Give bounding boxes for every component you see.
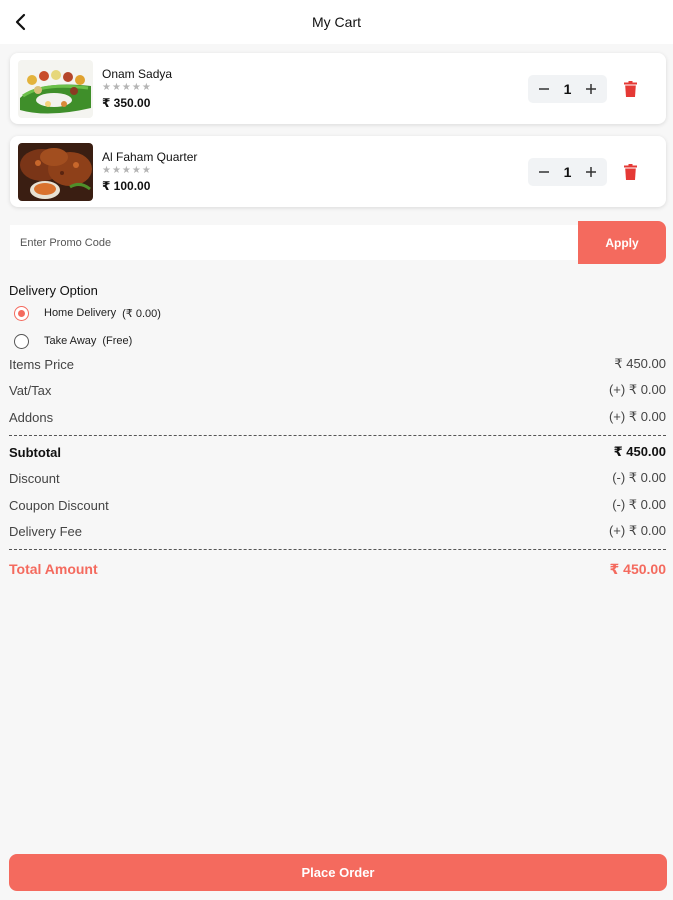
total-amount-label: Total Amount [9, 561, 98, 577]
total-amount-row: Total Amount ₹ 450.00 [9, 559, 666, 579]
discount-row: Discount (-) ₹ 0.00 [9, 469, 666, 487]
discount-value: (-) ₹ 0.00 [612, 470, 666, 485]
promo-code-input[interactable] [10, 225, 580, 260]
addons-label: Addons [9, 409, 54, 425]
item-image [18, 60, 93, 118]
delivery-option-home-delivery[interactable]: Home Delivery (₹ 0.00) [14, 304, 161, 322]
vat-tax-label: Vat/Tax [9, 382, 52, 398]
rating-stars: ★★★★★ [102, 82, 152, 93]
apply-promo-button[interactable]: Apply [578, 221, 666, 264]
place-order-button[interactable]: Place Order [9, 854, 667, 891]
decrease-quantity-button[interactable] [537, 82, 551, 96]
addons-row: Addons (+) ₹ 0.00 [9, 408, 666, 426]
radio-unselected-icon[interactable] [14, 333, 29, 349]
addons-value: (+) ₹ 0.00 [608, 409, 666, 424]
delivery-option-title: Delivery Option [9, 283, 98, 298]
item-price: ₹ 100.00 [102, 179, 151, 193]
trash-icon [623, 164, 637, 180]
back-arrow-icon [15, 13, 26, 31]
total-amount-value: ₹ 450.00 [609, 560, 666, 577]
minus-icon [539, 88, 549, 90]
delivery-option-label: Take Away [44, 335, 97, 347]
item-image [18, 143, 93, 201]
coupon-discount-label: Coupon Discount [9, 497, 109, 513]
cart-item-onam-sadya: Onam Sadya ★★★★★ ₹ 350.00 1 [10, 53, 666, 124]
delivery-fee-row: Delivery Fee (+) ₹ 0.00 [9, 522, 666, 540]
items-price-value: ₹ 450.00 [614, 356, 666, 371]
rating-stars: ★★★★★ [102, 165, 152, 176]
delivery-fee-value: (+) ₹ 0.00 [608, 523, 666, 538]
increase-quantity-button[interactable] [584, 165, 598, 179]
delete-item-button[interactable] [622, 79, 638, 99]
quantity-stepper: 1 [528, 75, 607, 103]
subtotal-value: ₹ 450.00 [613, 444, 666, 459]
cart-page: My Cart Onam Sadya ★★★★★ ₹ 350.00 1 Al F… [0, 0, 673, 900]
cart-item-al-faham-quarter: Al Faham Quarter ★★★★★ ₹ 100.00 1 [10, 136, 666, 207]
item-name: Onam Sadya [102, 67, 173, 81]
delivery-option-label: Home Delivery [44, 307, 117, 319]
back-button[interactable] [8, 8, 34, 36]
quantity-value: 1 [563, 81, 572, 97]
vat-tax-row: Vat/Tax (+) ₹ 0.00 [9, 381, 666, 399]
subtotal-row: Subtotal ₹ 450.00 [9, 443, 666, 461]
delete-item-button[interactable] [622, 162, 638, 182]
items-price-row: Items Price ₹ 450.00 [9, 355, 666, 373]
app-header: My Cart [0, 0, 673, 44]
radio-selected-icon[interactable] [14, 305, 29, 321]
increase-quantity-button[interactable] [584, 82, 598, 96]
coupon-discount-value: (-) ₹ 0.00 [612, 497, 666, 512]
delivery-option-take-away[interactable]: Take Away (Free) [14, 332, 132, 350]
page-title: My Cart [312, 14, 361, 30]
items-price-label: Items Price [9, 356, 75, 372]
quantity-stepper: 1 [528, 158, 607, 186]
item-name: Al Faham Quarter [102, 150, 198, 164]
trash-icon [623, 81, 637, 97]
plus-icon [585, 167, 596, 177]
promo-code-row: Apply [10, 221, 666, 264]
delivery-fee-label: Delivery Fee [9, 523, 82, 539]
summary-divider [9, 435, 666, 436]
plus-icon [585, 84, 596, 94]
delivery-option-fee: (Free) [102, 335, 133, 347]
coupon-discount-row: Coupon Discount (-) ₹ 0.00 [9, 496, 666, 514]
decrease-quantity-button[interactable] [537, 165, 551, 179]
item-price: ₹ 350.00 [102, 96, 151, 110]
minus-icon [539, 171, 549, 173]
vat-tax-value: (+) ₹ 0.00 [608, 382, 666, 397]
summary-divider [9, 549, 666, 550]
discount-label: Discount [9, 470, 60, 486]
delivery-option-fee: (₹ 0.00) [122, 307, 161, 320]
quantity-value: 1 [563, 164, 572, 180]
subtotal-label: Subtotal [9, 444, 61, 460]
